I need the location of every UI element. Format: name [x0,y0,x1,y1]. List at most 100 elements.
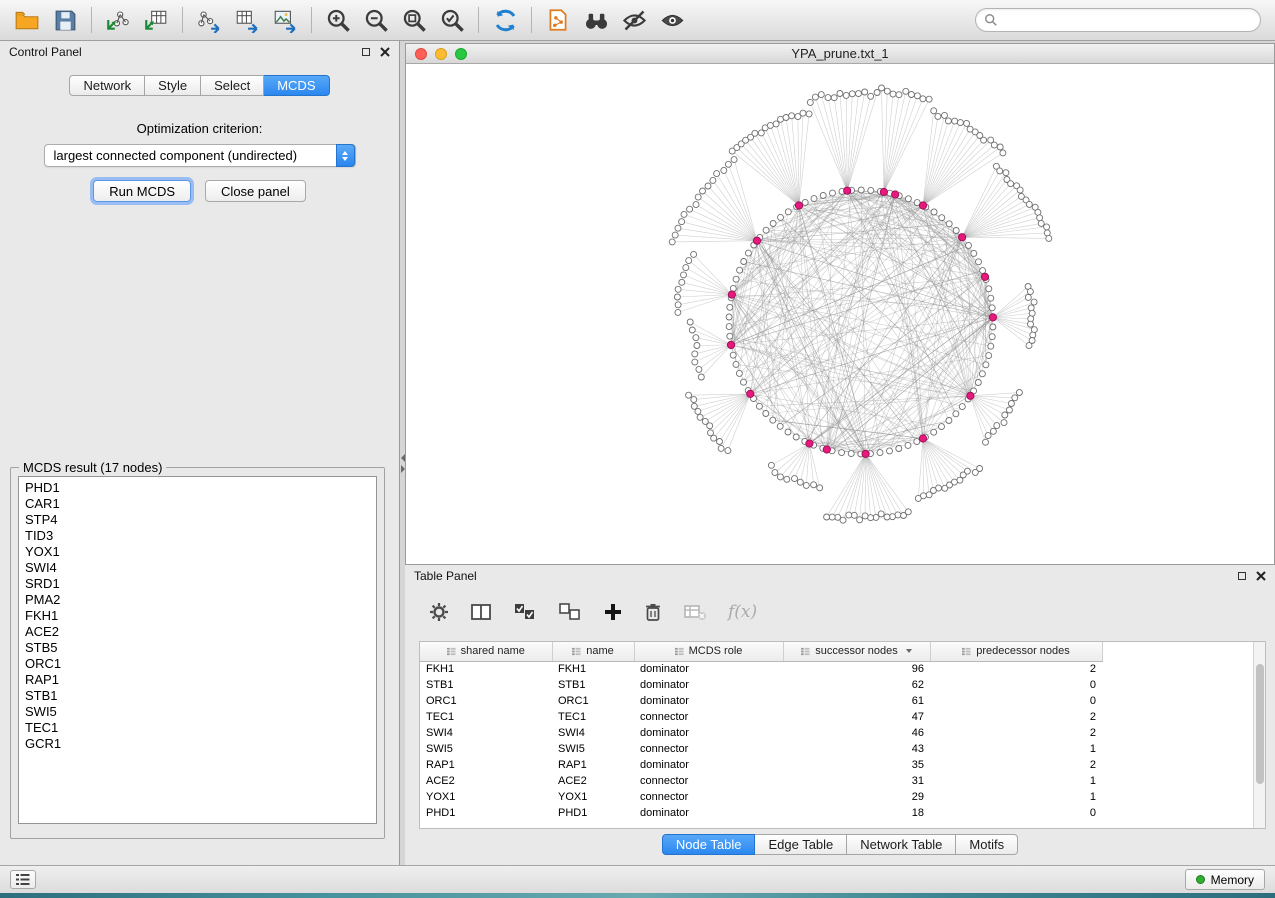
criterion-dropdown[interactable]: largest connected component (undirected) [44,144,356,167]
cell-successor-nodes[interactable]: 46 [783,725,930,741]
control-tab-style[interactable]: Style [145,75,201,96]
sort-chevron-icon[interactable] [906,649,912,653]
mcds-result-item[interactable]: STB5 [25,640,370,656]
mcds-result-item[interactable]: FKH1 [25,608,370,624]
cell-shared-name[interactable]: FKH1 [420,661,552,677]
cell-successor-nodes[interactable]: 61 [783,693,930,709]
float-panel-icon[interactable] [1238,572,1246,580]
zoom-in-button[interactable] [319,4,357,36]
zoom-selected-button[interactable] [433,4,471,36]
deselect-all-button[interactable] [558,602,582,622]
add-column-button[interactable] [603,602,623,622]
mcds-result-item[interactable]: PHD1 [25,480,370,496]
table-row[interactable]: RAP1RAP1dominator352 [420,757,1102,773]
cell-shared-name[interactable]: TEC1 [420,709,552,725]
cell-MCDS-role[interactable]: dominator [634,725,783,741]
share-network-button[interactable] [539,4,577,36]
cell-MCDS-role[interactable]: dominator [634,661,783,677]
table-row[interactable]: ACE2ACE2connector311 [420,773,1102,789]
refresh-layout-button[interactable] [486,4,524,36]
mcds-result-item[interactable]: SRD1 [25,576,370,592]
cell-name[interactable]: ORC1 [552,693,634,709]
mcds-result-item[interactable]: SWI4 [25,560,370,576]
table-tab-edge-table[interactable]: Edge Table [755,834,847,855]
mcds-result-item[interactable]: TID3 [25,528,370,544]
cell-predecessor-nodes[interactable]: 0 [930,677,1102,693]
table-settings-button[interactable] [429,602,449,622]
cell-MCDS-role[interactable]: connector [634,789,783,805]
search-input[interactable] [1003,13,1252,27]
cell-predecessor-nodes[interactable]: 2 [930,725,1102,741]
table-scrollbar[interactable] [1253,642,1265,828]
network-graph[interactable] [406,64,1274,564]
cell-name[interactable]: TEC1 [552,709,634,725]
memory-button[interactable]: Memory [1185,869,1265,890]
cell-shared-name[interactable]: PHD1 [420,805,552,821]
network-canvas[interactable] [406,64,1274,564]
table-row[interactable]: PHD1PHD1dominator180 [420,805,1102,821]
table-row[interactable]: SWI5SWI5connector431 [420,741,1102,757]
open-file-button[interactable] [8,4,46,36]
import-table-button[interactable] [137,4,175,36]
cell-name[interactable]: STB1 [552,677,634,693]
cell-MCDS-role[interactable]: dominator [634,805,783,821]
column-header-shared-name[interactable]: shared name [420,642,552,661]
control-tab-network[interactable]: Network [69,75,145,96]
table-row[interactable]: TEC1TEC1connector472 [420,709,1102,725]
control-tab-mcds[interactable]: MCDS [264,75,329,96]
column-header-predecessor-nodes[interactable]: predecessor nodes [930,642,1102,661]
table-row[interactable]: ORC1ORC1dominator610 [420,693,1102,709]
function-builder-button[interactable]: f(x) [728,602,757,622]
cell-successor-nodes[interactable]: 43 [783,741,930,757]
cell-name[interactable]: RAP1 [552,757,634,773]
table-row[interactable]: STB1STB1dominator620 [420,677,1102,693]
cell-successor-nodes[interactable]: 47 [783,709,930,725]
mcds-result-item[interactable]: TEC1 [25,720,370,736]
cell-MCDS-role[interactable]: connector [634,773,783,789]
graphics-details-button[interactable] [615,4,653,36]
cell-successor-nodes[interactable]: 31 [783,773,930,789]
cell-MCDS-role[interactable]: connector [634,709,783,725]
export-network-button[interactable] [190,4,228,36]
cell-name[interactable]: FKH1 [552,661,634,677]
cell-shared-name[interactable]: ORC1 [420,693,552,709]
table-tab-network-table[interactable]: Network Table [847,834,956,855]
cell-successor-nodes[interactable]: 29 [783,789,930,805]
cell-shared-name[interactable]: SWI5 [420,741,552,757]
float-panel-icon[interactable] [362,48,370,56]
table-tab-node-table[interactable]: Node Table [662,834,756,855]
dropdown-stepper-icon[interactable] [336,144,355,167]
collapse-right-icon[interactable] [401,465,405,473]
export-image-button[interactable] [266,4,304,36]
toggle-column-view-button[interactable] [470,602,492,622]
cell-predecessor-nodes[interactable]: 1 [930,741,1102,757]
column-header-MCDS-role[interactable]: MCDS role [634,642,783,661]
save-session-button[interactable] [46,4,84,36]
cell-predecessor-nodes[interactable]: 1 [930,773,1102,789]
mcds-result-item[interactable]: PMA2 [25,592,370,608]
cell-predecessor-nodes[interactable]: 0 [930,693,1102,709]
delete-table-button[interactable] [683,602,707,622]
control-tab-select[interactable]: Select [201,75,264,96]
delete-column-button[interactable] [644,602,662,622]
mcds-result-item[interactable]: ORC1 [25,656,370,672]
mcds-result-item[interactable]: YOX1 [25,544,370,560]
mcds-result-item[interactable]: ACE2 [25,624,370,640]
column-header-successor-nodes[interactable]: successor nodes [783,642,930,661]
cell-MCDS-role[interactable]: dominator [634,677,783,693]
cell-predecessor-nodes[interactable]: 2 [930,709,1102,725]
cell-shared-name[interactable]: ACE2 [420,773,552,789]
export-table-button[interactable] [228,4,266,36]
mcds-result-item[interactable]: GCR1 [25,736,370,752]
table-row[interactable]: FKH1FKH1dominator962 [420,661,1102,677]
cell-successor-nodes[interactable]: 96 [783,661,930,677]
toolbar-search[interactable] [975,8,1261,32]
show-panels-button[interactable] [10,870,36,889]
cell-successor-nodes[interactable]: 18 [783,805,930,821]
close-panel-button[interactable]: Close panel [205,180,306,202]
cell-MCDS-role[interactable]: connector [634,741,783,757]
show-hide-button[interactable] [653,4,691,36]
mcds-result-item[interactable]: SWI5 [25,704,370,720]
cell-successor-nodes[interactable]: 35 [783,757,930,773]
cell-predecessor-nodes[interactable]: 0 [930,805,1102,821]
